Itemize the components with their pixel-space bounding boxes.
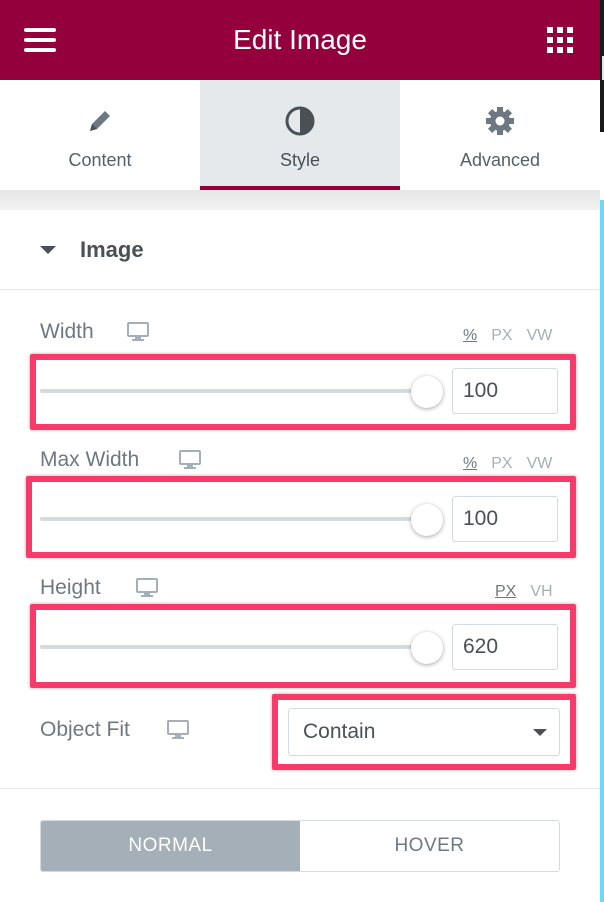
unit-percent[interactable]: % (463, 455, 477, 473)
max-width-slider-track[interactable] (40, 517, 432, 521)
object-fit-label: Object Fit (40, 718, 130, 741)
monitor-icon[interactable] (167, 720, 189, 740)
caret-down-icon (40, 245, 56, 254)
object-fit-select[interactable]: Contain (288, 708, 560, 756)
hamburger-icon[interactable] (24, 28, 56, 52)
section-title: Image (80, 236, 144, 262)
width-slider-handle[interactable] (411, 376, 443, 408)
tab-content-label: Content (68, 150, 132, 170)
unit-vw[interactable]: VW (527, 455, 553, 473)
tab-advanced-label: Advanced (459, 150, 541, 170)
monitor-icon[interactable] (127, 322, 149, 342)
grid-icon[interactable] (547, 27, 573, 53)
height-input[interactable]: 620 (452, 624, 558, 670)
section-divider (0, 788, 600, 789)
panel-header: Edit Image (0, 0, 600, 80)
width-label: Width (40, 320, 94, 343)
width-unit-switcher: % PX VW (463, 327, 552, 345)
height-slider-track[interactable] (40, 645, 432, 649)
unit-px[interactable]: PX (495, 583, 516, 601)
unit-px[interactable]: PX (491, 455, 512, 473)
monitor-icon[interactable] (179, 450, 201, 470)
unit-percent[interactable]: % (463, 327, 477, 345)
tab-style[interactable]: Style (200, 80, 400, 190)
monitor-icon[interactable] (136, 578, 158, 598)
section-image-toggle[interactable]: Image (0, 210, 600, 290)
tab-style-label: Style (279, 150, 321, 170)
object-fit-value: Contain (303, 720, 376, 743)
unit-vh[interactable]: VH (530, 583, 552, 601)
normal-tab[interactable]: NORMAL (41, 821, 300, 871)
hover-tab[interactable]: HOVER (300, 821, 559, 871)
tab-advanced[interactable]: Advanced (400, 80, 600, 190)
max-width-label: Max Width (40, 448, 140, 471)
unit-px[interactable]: PX (491, 327, 512, 345)
chevron-down-icon (533, 729, 547, 736)
width-input[interactable]: 100 (452, 368, 558, 414)
height-unit-switcher: PX VH (495, 583, 553, 601)
state-toggle: NORMAL HOVER (40, 820, 560, 872)
height-label: Height (40, 576, 101, 599)
panel-title: Edit Image (233, 24, 367, 55)
max-width-input[interactable]: 100 (452, 496, 558, 542)
tab-content[interactable]: Content (0, 80, 200, 190)
width-slider-track[interactable] (40, 389, 432, 393)
scrollbar-edge (600, 200, 604, 902)
panel-tabs: Content Style Advanced (0, 80, 600, 190)
pencil-icon (83, 104, 117, 138)
max-width-unit-switcher: % PX VW (463, 455, 552, 473)
half-circle-icon (283, 104, 317, 138)
unit-vw[interactable]: VW (527, 327, 553, 345)
gear-icon (483, 104, 517, 138)
height-slider-handle[interactable] (411, 632, 443, 664)
tabs-shadow (0, 190, 600, 210)
max-width-slider-handle[interactable] (411, 504, 443, 536)
